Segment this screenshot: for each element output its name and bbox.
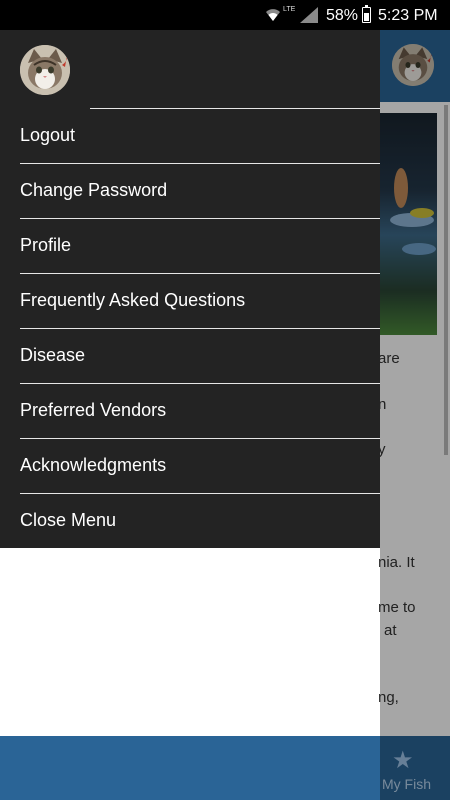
drawer-scrim[interactable]: [380, 30, 450, 800]
user-avatar[interactable]: [20, 45, 70, 95]
wifi-icon: [266, 9, 280, 21]
battery-icon: [362, 5, 371, 23]
navigation-drawer: Logout Change Password Profile Frequentl…: [0, 30, 380, 548]
menu-item-label: Profile: [20, 235, 72, 255]
clock: 5:23 PM: [378, 7, 438, 24]
menu-item-label: Disease: [20, 345, 86, 365]
menu-item-label: Change Password: [20, 180, 168, 200]
signal-icon: [300, 7, 318, 23]
menu-item-close-menu[interactable]: Close Menu: [0, 494, 380, 549]
status-bar: LTE 58% 5:23 PM: [0, 0, 450, 30]
menu-item-profile[interactable]: Profile: [0, 219, 380, 274]
menu-item-preferred-vendors[interactable]: Preferred Vendors: [0, 384, 380, 439]
menu-item-label: Close Menu: [20, 510, 117, 530]
menu-item-change-password[interactable]: Change Password: [0, 164, 380, 219]
menu-item-label: Acknowledgments: [20, 455, 167, 475]
lte-label: LTE: [283, 6, 296, 13]
cat-avatar-icon: [20, 45, 70, 95]
menu-item-faq[interactable]: Frequently Asked Questions: [0, 274, 380, 329]
menu-item-logout[interactable]: Logout: [0, 109, 380, 164]
menu-item-disease[interactable]: Disease: [0, 329, 380, 384]
menu-item-acknowledgments[interactable]: Acknowledgments: [0, 439, 380, 494]
menu-item-label: Logout: [20, 125, 76, 145]
menu-item-label: Preferred Vendors: [20, 400, 167, 420]
menu-item-label: Frequently Asked Questions: [20, 290, 246, 310]
battery-percent: 58%: [326, 7, 359, 24]
